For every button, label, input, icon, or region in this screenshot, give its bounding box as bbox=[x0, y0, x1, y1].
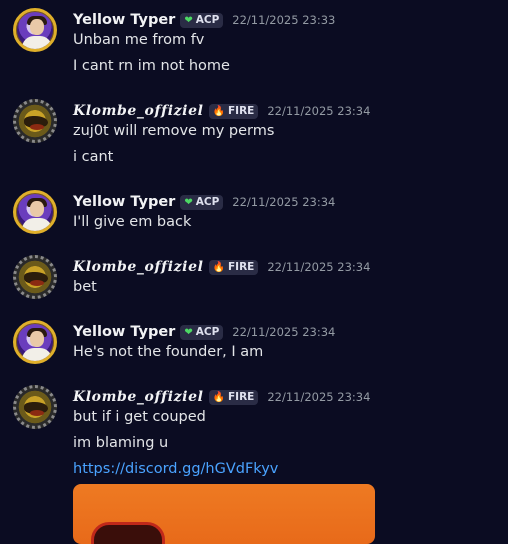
role-tag-label: ACP bbox=[195, 196, 220, 208]
message-header: Yellow Typer ❤ ACP 22/11/2025 23:34 bbox=[73, 192, 335, 212]
role-tag[interactable]: 🔥 FIRE bbox=[208, 389, 259, 405]
avatar-face bbox=[30, 331, 44, 347]
message-text: I'll give em back bbox=[73, 214, 192, 230]
message-header: Klombe_offiziel 🔥 FIRE 22/11/2025 23:34 bbox=[73, 387, 370, 407]
message-header: Klombe_offiziel 🔥 FIRE 22/11/2025 23:34 bbox=[73, 101, 370, 121]
username[interactable]: Klombe_offiziel bbox=[73, 389, 204, 405]
role-tag[interactable]: 🔥 FIRE bbox=[208, 103, 259, 119]
avatar-face bbox=[30, 19, 44, 35]
role-tag[interactable]: ❤ ACP bbox=[180, 324, 224, 340]
flame-icon: 🔥 bbox=[212, 105, 225, 117]
message-text: I cant rn im not home bbox=[73, 58, 230, 74]
timestamp: 22/11/2025 23:34 bbox=[267, 104, 371, 118]
server-logo-icon bbox=[91, 522, 165, 544]
username[interactable]: Yellow Typer bbox=[73, 12, 175, 28]
message-text: bet bbox=[73, 279, 97, 295]
avatar-shirt bbox=[22, 218, 52, 231]
avatar-shirt bbox=[22, 36, 52, 49]
message-header: Klombe_offiziel 🔥 FIRE 22/11/2025 23:34 bbox=[73, 257, 370, 277]
invite-embed-card[interactable] bbox=[73, 484, 375, 544]
role-tag-label: ACP bbox=[195, 14, 220, 26]
avatar[interactable] bbox=[13, 320, 57, 364]
timestamp: 22/11/2025 23:34 bbox=[232, 195, 336, 209]
username[interactable]: Yellow Typer bbox=[73, 324, 175, 340]
flame-icon: 🔥 bbox=[212, 261, 225, 273]
message-text: He's not the founder, I am bbox=[73, 344, 264, 360]
green-heart-icon: ❤ bbox=[184, 14, 193, 26]
flame-icon: 🔥 bbox=[212, 391, 225, 403]
message-text-link-line: https://discord.gg/hGVdFkyv bbox=[73, 461, 278, 477]
role-tag[interactable]: ❤ ACP bbox=[180, 194, 224, 210]
green-heart-icon: ❤ bbox=[184, 326, 193, 338]
timestamp: 22/11/2025 23:34 bbox=[232, 325, 336, 339]
timestamp: 22/11/2025 23:34 bbox=[267, 390, 371, 404]
role-tag-label: FIRE bbox=[227, 105, 255, 117]
timestamp: 22/11/2025 23:33 bbox=[232, 13, 336, 27]
message-text: i cant bbox=[73, 149, 114, 165]
role-tag-label: FIRE bbox=[227, 261, 255, 273]
avatar-shirt bbox=[22, 348, 52, 361]
avatar-figure-detail bbox=[30, 410, 44, 416]
message-text: but if i get couped bbox=[73, 409, 206, 425]
avatar[interactable] bbox=[13, 385, 57, 429]
message-header: Yellow Typer ❤ ACP 22/11/2025 23:33 bbox=[73, 10, 335, 30]
username[interactable]: Klombe_offiziel bbox=[73, 259, 204, 275]
username[interactable]: Klombe_offiziel bbox=[73, 103, 204, 119]
role-tag[interactable]: ❤ ACP bbox=[180, 12, 224, 28]
message-text: Unban me from fv bbox=[73, 32, 205, 48]
avatar[interactable] bbox=[13, 190, 57, 234]
message-header: Yellow Typer ❤ ACP 22/11/2025 23:34 bbox=[73, 322, 335, 342]
invite-link[interactable]: https://discord.gg/hGVdFkyv bbox=[73, 461, 278, 477]
avatar-face bbox=[30, 201, 44, 217]
message-text: zuj0t will remove my perms bbox=[73, 123, 275, 139]
avatar[interactable] bbox=[13, 99, 57, 143]
role-tag[interactable]: 🔥 FIRE bbox=[208, 259, 259, 275]
message-text: im blaming u bbox=[73, 435, 169, 451]
timestamp: 22/11/2025 23:34 bbox=[267, 260, 371, 274]
role-tag-label: ACP bbox=[195, 326, 220, 338]
username[interactable]: Yellow Typer bbox=[73, 194, 175, 210]
avatar-figure-detail bbox=[30, 280, 44, 286]
green-heart-icon: ❤ bbox=[184, 196, 193, 208]
avatar[interactable] bbox=[13, 8, 57, 52]
role-tag-label: FIRE bbox=[227, 391, 255, 403]
avatar[interactable] bbox=[13, 255, 57, 299]
avatar-figure-detail bbox=[30, 124, 44, 130]
